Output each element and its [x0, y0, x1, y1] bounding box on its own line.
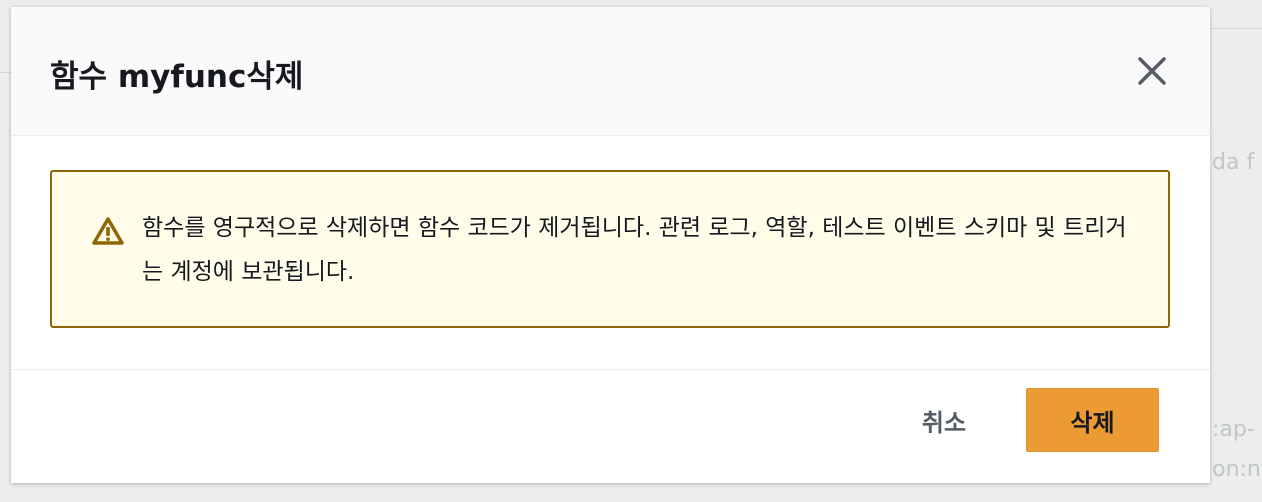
close-button[interactable]	[1134, 53, 1170, 89]
background-text-fragment: ion:n	[1206, 457, 1261, 482]
dialog-header: 함수 myfunc삭제	[11, 7, 1210, 136]
close-icon	[1138, 57, 1166, 85]
background-divider	[0, 72, 11, 73]
warning-alert: 함수를 영구적으로 삭제하면 함수 코드가 제거됩니다. 관련 로그, 역할, …	[50, 170, 1170, 328]
dialog-title: 함수 myfunc삭제	[50, 59, 304, 95]
background-text-fragment: da f	[1212, 150, 1255, 175]
warning-icon	[92, 217, 124, 245]
delete-button[interactable]: 삭제	[1026, 388, 1159, 452]
alert-message: 함수를 영구적으로 삭제하면 함수 코드가 제거됩니다. 관련 로그, 역할, …	[142, 215, 1127, 285]
background-divider	[1210, 28, 1262, 29]
background-text-fragment: :ap-	[1212, 417, 1255, 442]
cancel-button[interactable]: 취소	[904, 388, 984, 452]
